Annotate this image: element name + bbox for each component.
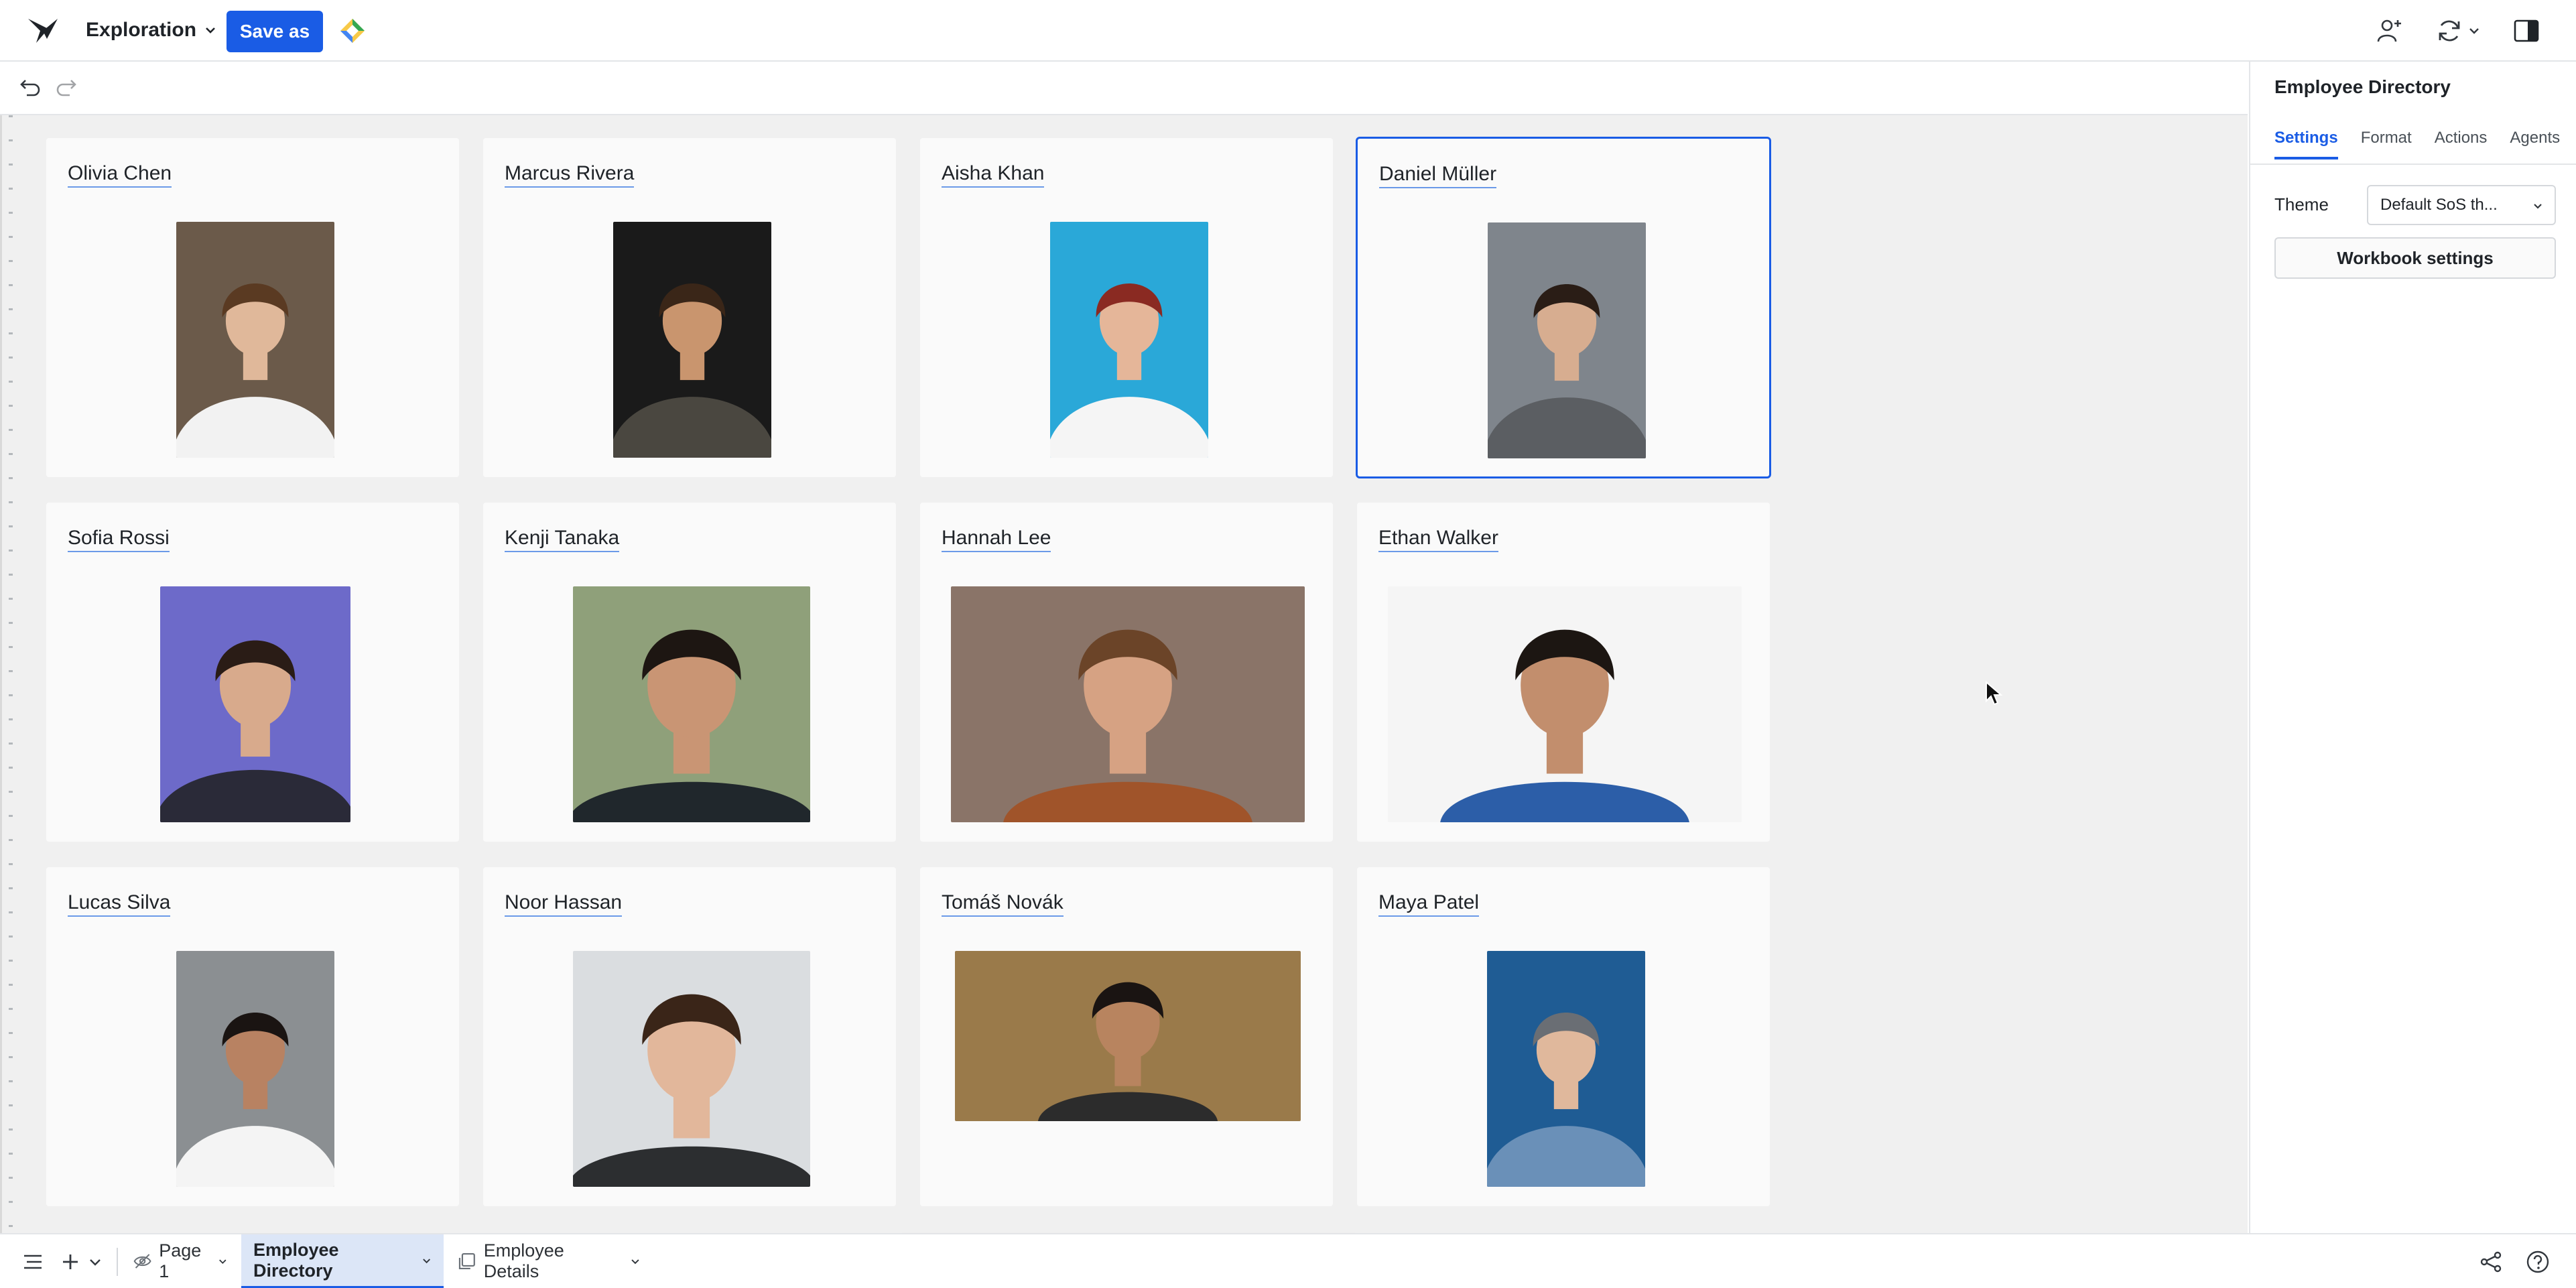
undo-icon[interactable] (17, 75, 42, 99)
employee-photo (573, 951, 810, 1187)
save-as-button[interactable]: Save as (227, 11, 323, 52)
app-title-dropdown[interactable]: Exploration (86, 19, 216, 42)
page-list-icon[interactable] (20, 1249, 46, 1275)
chevron-down-icon (631, 1259, 639, 1265)
add-page-icon[interactable] (58, 1249, 83, 1275)
employee-card[interactable]: Olivia Chen (45, 137, 460, 478)
employee-name-link[interactable]: Sofia Rossi (68, 527, 170, 552)
employee-photo (951, 586, 1305, 822)
toggle-panel-icon[interactable] (2510, 15, 2542, 47)
employee-name-link[interactable]: Maya Patel (1378, 891, 1480, 917)
tab-label: Page 1 (159, 1240, 202, 1281)
add-user-icon[interactable] (2374, 15, 2406, 47)
lineage-icon[interactable] (2478, 1249, 2504, 1275)
theme-select[interactable]: Default SoS th... (2367, 185, 2556, 225)
tab-employee-directory[interactable]: Employee Directory (241, 1234, 444, 1288)
theme-value: Default SoS th... (2380, 196, 2498, 214)
chevron-down-icon[interactable] (87, 1249, 103, 1275)
panel-tabs: Settings Format Actions Agents (2274, 129, 2560, 159)
employee-name-link[interactable]: Tomáš Novák (942, 891, 1064, 917)
employee-photo (1050, 222, 1208, 458)
employee-card[interactable]: Aisha Khan (919, 137, 1334, 478)
employee-card[interactable]: Ethan Walker (1356, 501, 1771, 843)
employee-name-link[interactable]: Marcus Rivera (505, 162, 635, 188)
employee-card[interactable]: Lucas Silva (45, 866, 460, 1208)
redo-icon[interactable] (55, 75, 79, 99)
copy-icon (458, 1253, 475, 1269)
employee-card[interactable]: Sofia Rossi (45, 501, 460, 843)
undo-bar (0, 62, 2248, 115)
eye-off-icon (133, 1254, 151, 1269)
refresh-icon[interactable] (2431, 15, 2485, 47)
canvas[interactable]: Olivia Chen Marcus Rivera Aisha Khan Daniel… (0, 115, 2248, 1233)
divider (117, 1248, 118, 1276)
employee-card[interactable]: Maya Patel (1356, 866, 1771, 1208)
employee-photo (176, 222, 334, 458)
mouse-cursor-icon (1986, 681, 2002, 706)
help-icon[interactable] (2525, 1249, 2551, 1275)
properties-panel: Employee Directory Settings Format Actio… (2249, 62, 2576, 1233)
tab-label: Employee Details (483, 1240, 564, 1281)
theme-label: Theme (2274, 194, 2329, 214)
employee-name-link[interactable]: Kenji Tanaka (505, 527, 620, 552)
top-bar: Exploration Save as (0, 0, 2576, 62)
tab-actions[interactable]: Actions (2435, 129, 2488, 159)
employee-photo (955, 951, 1301, 1121)
workbook-settings-button[interactable]: Workbook settings (2274, 237, 2556, 279)
tab-agents[interactable]: Agents (2510, 129, 2560, 159)
employee-name-link[interactable]: Lucas Silva (68, 891, 171, 917)
employee-name-link[interactable]: Ethan Walker (1378, 527, 1498, 552)
employee-card[interactable]: Kenji Tanaka (482, 501, 897, 843)
divider (2250, 164, 2576, 165)
employee-photo (1488, 222, 1646, 458)
chevron-down-icon (206, 27, 215, 34)
employee-card[interactable]: Hannah Lee (919, 501, 1334, 843)
tab-page-1[interactable]: Page 1 (121, 1234, 240, 1288)
employee-card[interactable]: Marcus Rivera (482, 137, 897, 478)
employee-name-link[interactable]: Hannah Lee (942, 527, 1051, 552)
logo-icon[interactable] (27, 16, 60, 46)
tab-format[interactable]: Format (2361, 129, 2412, 159)
employee-photo (613, 222, 771, 458)
tab-employee-details[interactable]: Employee Details (445, 1234, 653, 1288)
employee-photo (1388, 586, 1742, 822)
employee-name-link[interactable]: Daniel Müller (1379, 163, 1497, 188)
employee-name-link[interactable]: Aisha Khan (942, 162, 1045, 188)
page-tab-bar: Page 1 Employee Directory Employee Detai… (0, 1233, 2576, 1288)
employee-photo (573, 586, 810, 822)
employee-photo (160, 586, 350, 822)
employee-card[interactable]: Daniel Müller (1356, 137, 1771, 478)
vertical-ruler (9, 115, 13, 1233)
chevron-down-icon (422, 1258, 430, 1263)
employee-name-link[interactable]: Noor Hassan (505, 891, 623, 917)
chevron-down-icon (219, 1259, 227, 1265)
chevron-down-icon (2469, 28, 2479, 34)
app-title: Exploration (86, 19, 197, 41)
employee-card[interactable]: Tomáš Novák (919, 866, 1334, 1208)
panel-title: Employee Directory (2274, 76, 2451, 97)
chevron-down-icon (2534, 204, 2542, 209)
employee-photo (176, 951, 334, 1187)
ai-assistant-icon[interactable] (339, 17, 366, 44)
employee-name-link[interactable]: Olivia Chen (68, 162, 172, 188)
tab-label: Employee Directory (253, 1239, 339, 1281)
tab-settings[interactable]: Settings (2274, 129, 2338, 159)
employee-photo (1487, 951, 1645, 1187)
employee-card[interactable]: Noor Hassan (482, 866, 897, 1208)
